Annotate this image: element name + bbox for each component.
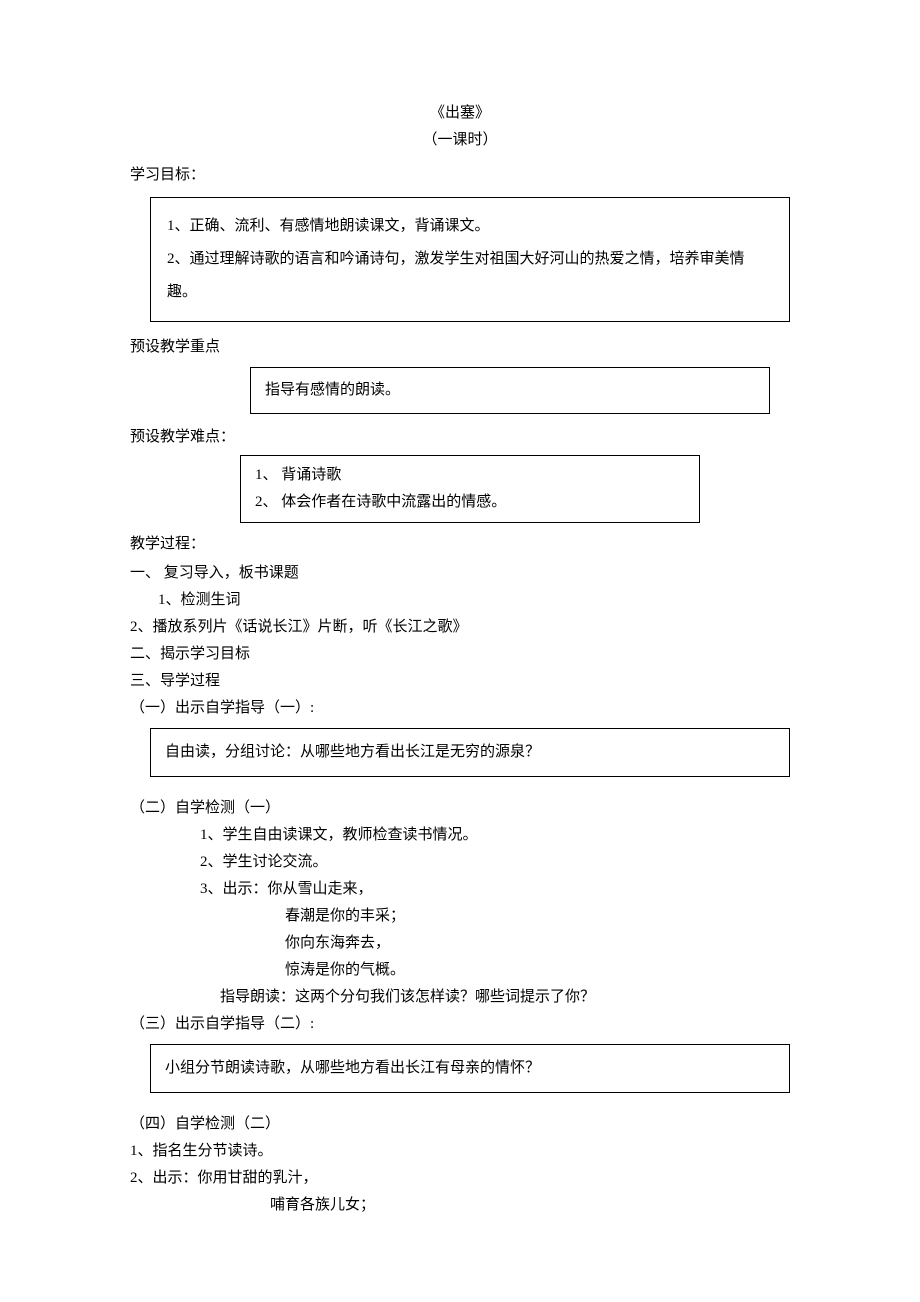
process-step3-4-1: 1、指名生分节读诗。	[130, 1138, 790, 1165]
objective-1: 1、正确、流利、有感情地朗读课文，背诵课文。	[167, 210, 773, 243]
doc-title: 《出塞》	[130, 100, 790, 127]
process-step3-2-3c: 你向东海奔去，	[130, 930, 790, 957]
selfstudy-text-1: 自由读，分组讨论：从哪些地方看出长江是无穷的源泉？	[165, 739, 775, 766]
process-step3-4-2b: 哺育各族儿女；	[130, 1192, 790, 1219]
process-step1-2: 2、播放系列片《话说长江》片断，听《长江之歌》	[130, 614, 790, 641]
selfstudy-box-1: 自由读，分组讨论：从哪些地方看出长江是无穷的源泉？	[150, 728, 790, 777]
selfstudy-box-2: 小组分节朗读诗歌，从哪些地方看出长江有母亲的情怀？	[150, 1044, 790, 1093]
process-step3-2-3d: 惊涛是你的气概。	[130, 957, 790, 984]
process-step3-3-label: （三）出示自学指导（二）:	[130, 1011, 790, 1038]
process-step3-2-3b: 春潮是你的丰采；	[130, 903, 790, 930]
difficulty-1: 1、 背诵诗歌	[255, 462, 685, 489]
process-step3-4-label: （四）自学检测（二）	[130, 1111, 790, 1138]
process-step3-2-2: 2、学生讨论交流。	[130, 849, 790, 876]
heading-objectives: 学习目标：	[130, 162, 790, 189]
keypoint-box: 指导有感情的朗读。	[250, 367, 770, 414]
heading-difficulty: 预设教学难点：	[130, 424, 790, 451]
process-step3-1-label: （一）出示自学指导（一）:	[130, 695, 790, 722]
process-step2: 二、揭示学习目标	[130, 641, 790, 668]
process-step3-2-3: 3、出示：你从雪山走来，	[130, 876, 790, 903]
doc-subtitle: （一课时）	[130, 127, 790, 154]
difficulty-box: 1、 背诵诗歌 2、 体会作者在诗歌中流露出的情感。	[240, 455, 700, 523]
process-step3: 三、导学过程	[130, 668, 790, 695]
process-step3-2-3e: 指导朗读：这两个分句我们该怎样读？哪些词提示了你？	[130, 984, 790, 1011]
keypoint-text: 指导有感情的朗读。	[265, 376, 755, 405]
difficulty-2: 2、 体会作者在诗歌中流露出的情感。	[255, 489, 685, 516]
process-step1: 一、 复习导入，板书课题	[130, 560, 790, 587]
heading-keypoint: 预设教学重点	[130, 334, 790, 361]
process-step3-2-label: （二）自学检测（一）	[130, 795, 790, 822]
selfstudy-text-2: 小组分节朗读诗歌，从哪些地方看出长江有母亲的情怀？	[165, 1055, 775, 1082]
process-step3-2-1: 1、学生自由读课文，教师检查读书情况。	[130, 822, 790, 849]
process-step3-4-2: 2、出示：你用甘甜的乳汁，	[130, 1165, 790, 1192]
objective-2: 2、通过理解诗歌的语言和吟诵诗句，激发学生对祖国大好河山的热爱之情，培养审美情趣…	[167, 243, 773, 309]
objectives-box: 1、正确、流利、有感情地朗读课文，背诵课文。 2、通过理解诗歌的语言和吟诵诗句，…	[150, 197, 790, 322]
process-step1-1: 1、检测生词	[130, 587, 790, 614]
heading-process: 教学过程：	[130, 531, 790, 558]
